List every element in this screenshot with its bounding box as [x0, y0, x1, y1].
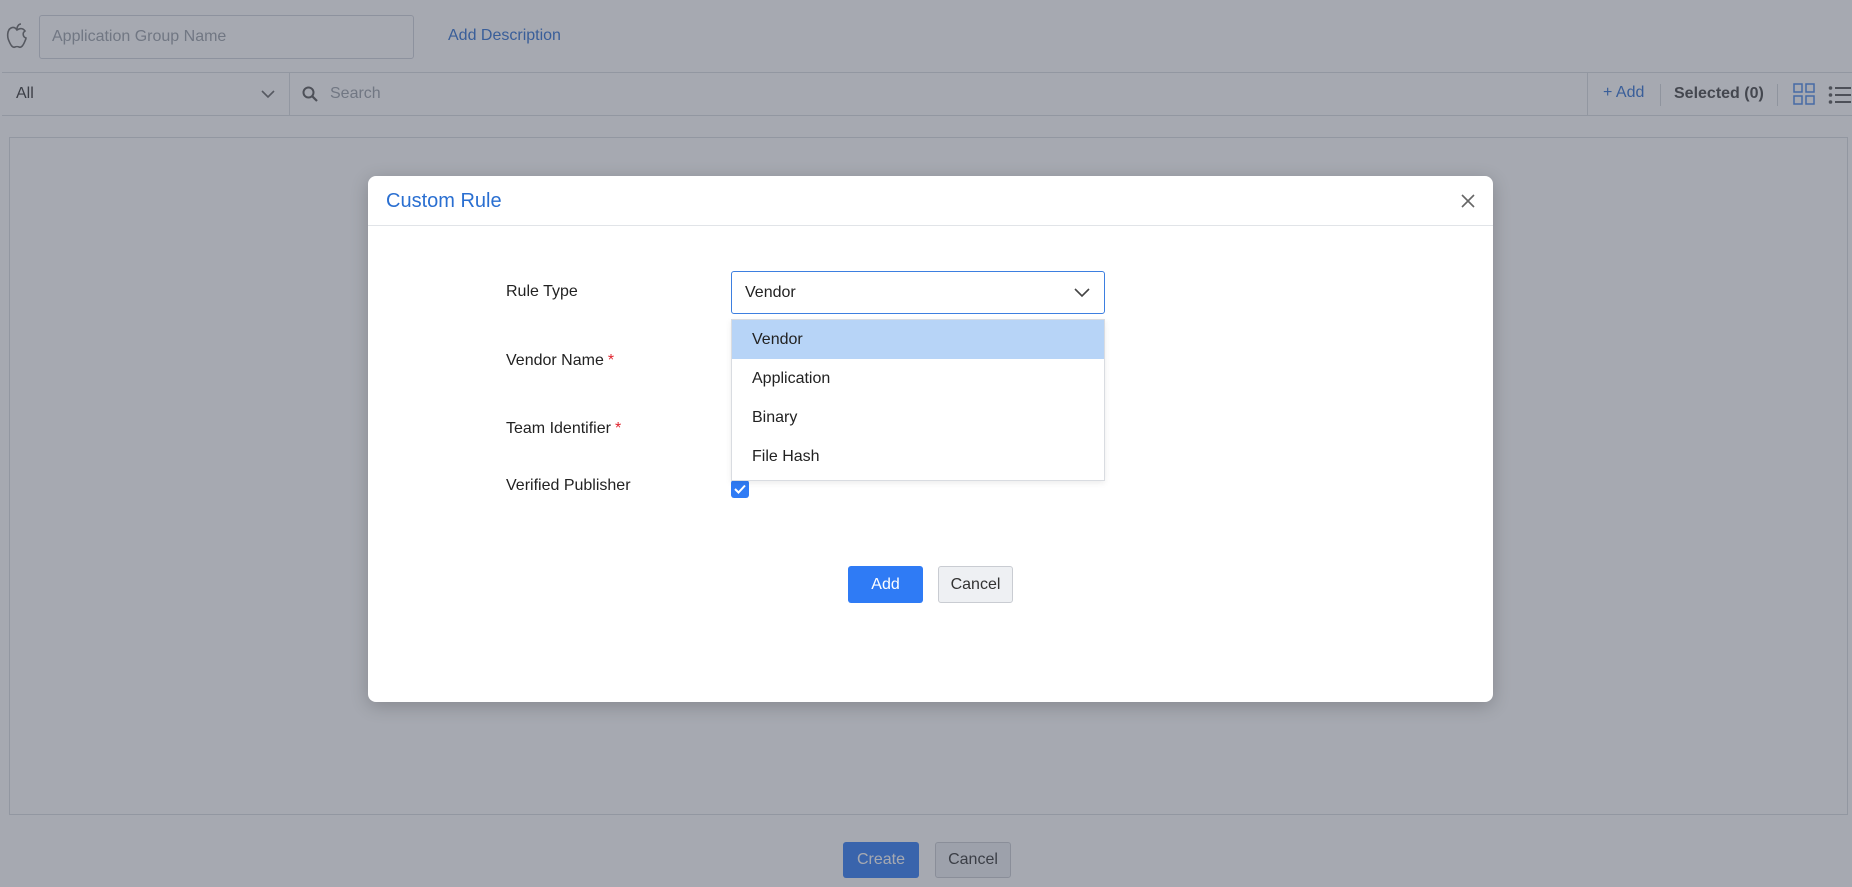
dropdown-list: Vendor Application Binary File Hash — [732, 320, 1104, 476]
cancel-button[interactable]: Cancel — [938, 566, 1013, 603]
vendor-name-label-group: Vendor Name * — [506, 352, 614, 370]
chevron-down-icon — [1074, 287, 1090, 297]
modal-header: Custom Rule — [368, 176, 1493, 226]
verified-publisher-label: Verified Publisher — [506, 477, 631, 494]
rule-type-label: Rule Type — [506, 283, 578, 300]
dropdown-option-application[interactable]: Application — [732, 359, 1104, 398]
rule-type-selected-value: Vendor — [745, 283, 796, 301]
modal-title: Custom Rule — [386, 190, 502, 212]
team-identifier-label-group: Team Identifier * — [506, 420, 621, 438]
custom-rule-dialog: Custom Rule Rule Type Vendor Name * Team … — [368, 176, 1493, 702]
close-icon[interactable] — [1460, 193, 1476, 209]
dropdown-option-file-hash[interactable]: File Hash — [732, 437, 1104, 476]
team-identifier-label: Team Identifier — [506, 420, 611, 437]
vendor-name-label: Vendor Name — [506, 352, 604, 369]
page: Add Description All + Add Selected (0) C — [0, 0, 1852, 887]
dropdown-option-binary[interactable]: Binary — [732, 398, 1104, 437]
rule-type-dropdown: Vendor Application Binary File Hash — [731, 319, 1105, 481]
dropdown-option-vendor[interactable]: Vendor — [732, 320, 1104, 359]
add-button[interactable]: Add — [848, 566, 923, 603]
rule-type-select[interactable]: Vendor — [731, 271, 1105, 314]
verified-publisher-checkbox[interactable] — [731, 480, 749, 498]
checkmark-icon — [734, 484, 746, 494]
required-marker: * — [607, 352, 615, 369]
required-marker: * — [614, 420, 622, 437]
